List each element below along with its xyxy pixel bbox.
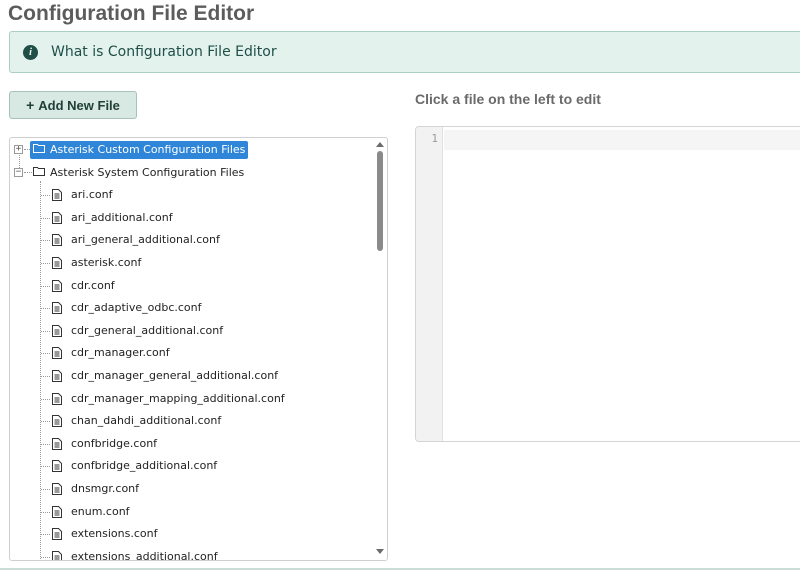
file-text-icon bbox=[52, 347, 62, 362]
tree-file[interactable]: cdr_adaptive_odbc.conf bbox=[10, 297, 375, 319]
divider bbox=[0, 568, 800, 570]
file-tree: + Asterisk Custom Configuration Files − Ast… bbox=[10, 138, 375, 560]
editor-hint-heading: Click a file on the left to edit bbox=[415, 91, 601, 107]
folder-icon bbox=[33, 164, 45, 182]
line-number: 1 bbox=[431, 132, 438, 145]
tree-guide-line bbox=[41, 195, 50, 197]
tree-guide-line bbox=[41, 421, 50, 423]
tree-guide-line bbox=[41, 330, 50, 332]
tree-folder-name: Asterisk Custom Configuration Files bbox=[50, 143, 246, 156]
tree-guide-line bbox=[41, 556, 50, 558]
file-text-icon bbox=[52, 505, 62, 521]
tree-guide-line bbox=[41, 353, 50, 355]
file-text-icon bbox=[52, 324, 62, 340]
file-text-icon bbox=[52, 392, 62, 408]
folder-icon bbox=[33, 141, 45, 159]
file-text-icon bbox=[52, 211, 62, 227]
scroll-up-arrow-icon[interactable] bbox=[376, 142, 384, 147]
tree-file-label[interactable]: confbridge_additional.conf bbox=[68, 457, 220, 475]
tree-folder-name: Asterisk System Configuration Files bbox=[50, 165, 245, 179]
file-tree-panel[interactable]: + Asterisk Custom Configuration Files − Ast… bbox=[9, 137, 388, 561]
file-text-icon bbox=[52, 370, 62, 385]
tree-guide-line bbox=[41, 466, 50, 468]
tree-folder-label[interactable]: Asterisk System Configuration Files bbox=[30, 164, 247, 182]
tree-file-label[interactable]: ari.conf bbox=[68, 186, 115, 204]
tree-file[interactable]: ari_general_additional.conf bbox=[10, 229, 375, 251]
tree-guide-line bbox=[41, 443, 50, 445]
tree-guide-line bbox=[41, 263, 50, 264]
file-text-icon bbox=[52, 257, 62, 272]
add-new-file-button[interactable]: + Add New File bbox=[9, 91, 137, 119]
tree-file-label[interactable]: ari_general_additional.conf bbox=[68, 231, 223, 249]
tree-guide-line bbox=[41, 376, 50, 377]
tree-file[interactable]: confbridge.conf bbox=[10, 433, 375, 455]
tree-file[interactable]: confbridge_additional.conf bbox=[10, 455, 375, 477]
tree-file-label[interactable]: enum.conf bbox=[68, 503, 133, 521]
tree-guide-line bbox=[41, 285, 50, 287]
tree-file[interactable]: cdr_manager.conf bbox=[10, 342, 375, 364]
collapse-icon[interactable]: − bbox=[14, 167, 23, 177]
tree-file[interactable]: cdr_general_additional.conf bbox=[10, 320, 375, 342]
tree-folder-label[interactable]: Asterisk Custom Configuration Files bbox=[30, 141, 249, 159]
tree-guide-line bbox=[41, 511, 50, 513]
tree-guide-line bbox=[41, 308, 50, 310]
tree-file-label[interactable]: cdr.conf bbox=[68, 277, 118, 295]
tree-file-label[interactable]: extensions_additional.conf bbox=[68, 548, 221, 560]
tree-file-label[interactable]: dnsmgr.conf bbox=[68, 480, 142, 498]
active-line[interactable] bbox=[444, 130, 800, 150]
file-text-icon bbox=[52, 460, 62, 475]
tree-file[interactable]: dnsmgr.conf bbox=[10, 478, 375, 500]
tree-file-label[interactable]: cdr_manager.conf bbox=[68, 344, 173, 362]
tree-file-label[interactable]: cdr_manager_mapping_additional.conf bbox=[68, 390, 288, 408]
file-text-icon bbox=[52, 483, 62, 498]
editor-gutter: 1 bbox=[416, 127, 443, 441]
tree-file-label[interactable]: cdr_general_additional.conf bbox=[68, 322, 226, 340]
tree-file[interactable]: extensions.conf bbox=[10, 523, 375, 545]
page-title: Configuration File Editor bbox=[8, 2, 255, 25]
file-text-icon bbox=[52, 279, 62, 295]
tree-file[interactable]: ari.conf bbox=[10, 184, 375, 206]
file-text-icon bbox=[52, 234, 62, 249]
tree-file-label[interactable]: cdr_manager_general_additional.conf bbox=[68, 367, 281, 385]
file-text-icon bbox=[52, 415, 62, 430]
tree-file-label[interactable]: cdr_adaptive_odbc.conf bbox=[68, 299, 205, 317]
tree-scrollbar[interactable] bbox=[374, 138, 386, 560]
tree-file-label[interactable]: asterisk.conf bbox=[68, 254, 144, 272]
tree-file[interactable]: ari_additional.conf bbox=[10, 207, 375, 229]
tree-folder[interactable]: − Asterisk System Configuration Files bbox=[10, 162, 375, 184]
tree-file-label[interactable]: chan_dahdi_additional.conf bbox=[68, 412, 224, 430]
file-text-icon bbox=[52, 189, 62, 204]
tree-file[interactable]: cdr_manager_mapping_additional.conf bbox=[10, 388, 375, 410]
tree-guide-line bbox=[41, 240, 50, 242]
info-panel-text[interactable]: What is Configuration File Editor bbox=[51, 44, 277, 60]
tree-guide-line bbox=[41, 534, 50, 536]
tree-file[interactable]: cdr.conf bbox=[10, 275, 375, 297]
code-editor[interactable]: 1 bbox=[415, 126, 800, 442]
expand-icon[interactable]: + bbox=[14, 145, 23, 154]
info-panel[interactable]: i What is Configuration File Editor bbox=[9, 31, 800, 73]
tree-file-label[interactable]: extensions.conf bbox=[68, 525, 160, 543]
file-text-icon bbox=[52, 528, 62, 543]
tree-file[interactable]: enum.conf bbox=[10, 501, 375, 523]
tree-guide-line bbox=[41, 217, 50, 219]
add-new-file-label: Add New File bbox=[38, 97, 120, 113]
tree-file[interactable]: chan_dahdi_additional.conf bbox=[10, 410, 375, 432]
plus-icon: + bbox=[26, 97, 35, 113]
scroll-down-arrow-icon[interactable] bbox=[376, 549, 384, 554]
tree-folder[interactable]: + Asterisk Custom Configuration Files bbox=[10, 139, 375, 161]
file-text-icon bbox=[52, 302, 62, 317]
file-text-icon bbox=[52, 437, 62, 453]
file-text-icon bbox=[52, 550, 62, 560]
scroll-thumb[interactable] bbox=[377, 151, 383, 251]
tree-guide-line bbox=[41, 489, 50, 490]
tree-file[interactable]: cdr_manager_general_additional.conf bbox=[10, 365, 375, 387]
tree-guide-line bbox=[41, 398, 50, 400]
tree-file[interactable]: asterisk.conf bbox=[10, 252, 375, 274]
info-circle-icon: i bbox=[23, 44, 38, 60]
tree-file[interactable]: extensions_additional.conf bbox=[10, 546, 375, 560]
tree-file-label[interactable]: ari_additional.conf bbox=[68, 209, 176, 227]
tree-file-label[interactable]: confbridge.conf bbox=[68, 435, 160, 453]
